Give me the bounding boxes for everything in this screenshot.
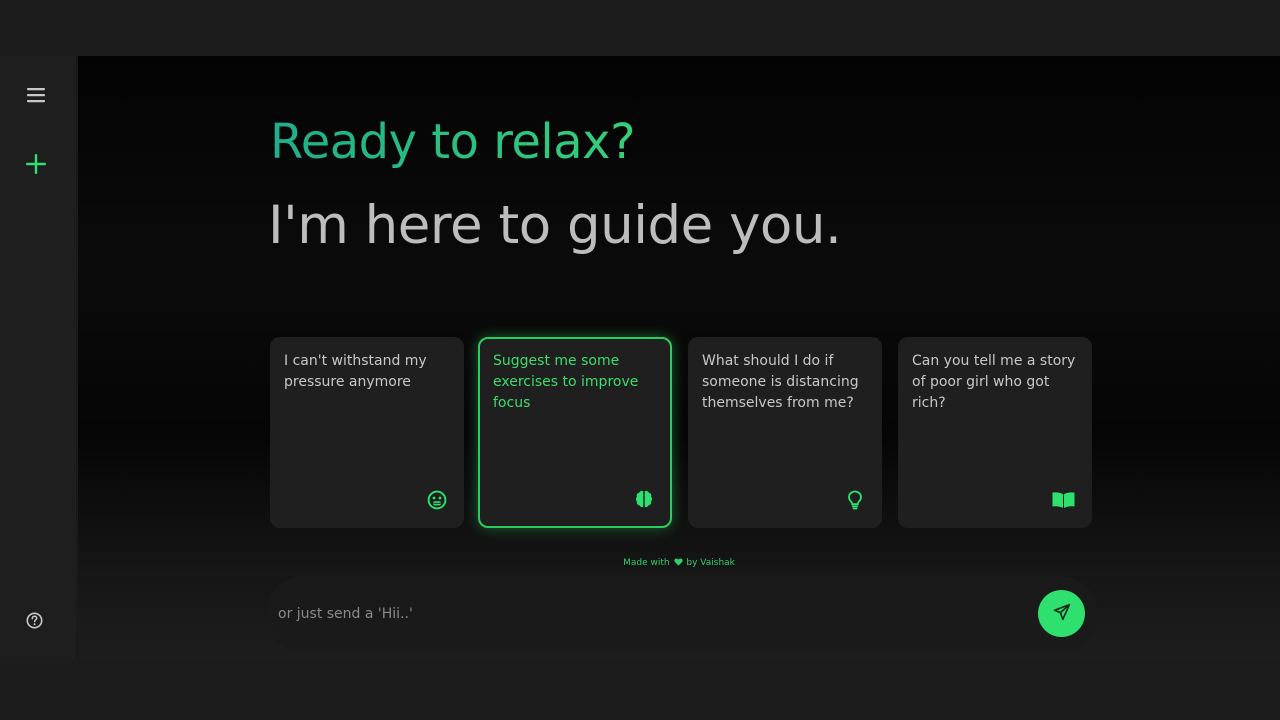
prompt-bar: [266, 576, 1098, 652]
plus-icon: [25, 153, 47, 179]
suggestion-card-pressure[interactable]: I can't withstand my pressure anymore: [270, 337, 464, 528]
menu-icon: [27, 87, 45, 107]
app-frame: Ready to relax? I'm here to guide you. I…: [0, 56, 1280, 660]
heart-icon: [673, 558, 683, 569]
send-icon: [1053, 603, 1071, 625]
card-text: Can you tell me a story of poor girl who…: [912, 353, 1076, 411]
main-area: Ready to relax? I'm here to guide you. I…: [78, 56, 1280, 660]
greeting-subtitle: I'm here to guide you.: [268, 195, 842, 256]
menu-button[interactable]: [18, 79, 54, 115]
brain-icon: [633, 488, 655, 510]
suggestion-card-distancing[interactable]: What should I do if someone is distancin…: [688, 337, 882, 528]
new-chat-button[interactable]: [18, 148, 54, 184]
greeting-title: Ready to relax?: [270, 114, 636, 170]
card-text: What should I do if someone is distancin…: [702, 353, 859, 411]
send-button[interactable]: [1038, 590, 1085, 637]
card-text: Suggest me some exercises to improve foc…: [493, 353, 639, 411]
sidebar: [0, 56, 77, 660]
prompt-input[interactable]: [278, 598, 1018, 630]
suggestion-card-focus[interactable]: Suggest me some exercises to improve foc…: [478, 337, 672, 528]
suggestion-card-story[interactable]: Can you tell me a story of poor girl who…: [898, 337, 1092, 528]
card-text: I can't withstand my pressure anymore: [284, 353, 427, 390]
help-icon: [26, 612, 43, 633]
book-icon: [1050, 489, 1076, 511]
made-with-label: Made with: [623, 558, 670, 568]
author-label: by Vaishak: [686, 558, 735, 568]
suggestion-cards: I can't withstand my pressure anymore Su…: [270, 337, 1093, 528]
help-button[interactable]: [16, 604, 52, 640]
lightbulb-icon: [844, 489, 866, 511]
stressed-face-icon: [426, 489, 448, 511]
made-with-note: Made with by Vaishak: [78, 558, 1280, 569]
